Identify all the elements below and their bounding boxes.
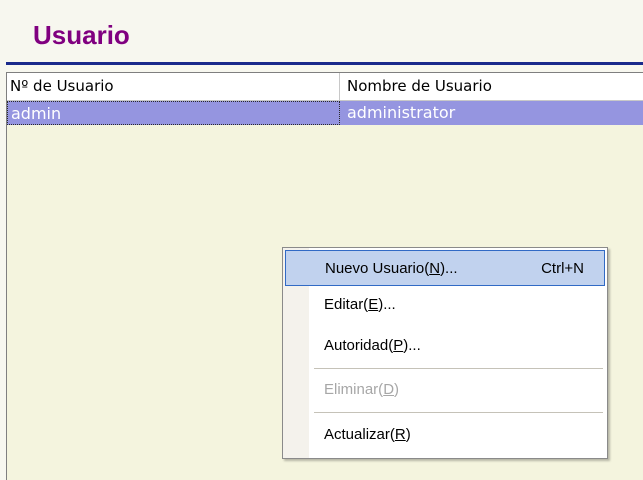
menu-item-new-user[interactable]: Nuevo Usuario(N)... Ctrl+N [285,250,605,286]
page-title: Usuario [33,20,130,50]
menu-item-refresh[interactable]: Actualizar(R) [285,417,605,453]
cell-user-number[interactable]: admin [7,101,340,125]
user-window: Usuario Nº de Usuario Nombre de Usuario … [0,0,643,480]
context-menu: Nuevo Usuario(N)... Ctrl+N Editar(E)... … [282,247,608,459]
menu-separator [314,368,603,369]
menu-item-shortcut: Ctrl+N [541,260,584,277]
menu-item-label: Nuevo Usuario(N)... [325,260,458,277]
title-divider [6,62,643,65]
menu-item-label: Actualizar(R) [324,426,411,443]
menu-item-label: Autoridad(P)... [324,337,421,354]
cell-user-name[interactable]: administrator [341,101,643,125]
list-header: Nº de Usuario Nombre de Usuario [7,73,643,101]
menu-item-label: Editar(E)... [324,296,396,313]
menu-item-label: Eliminar(D) [324,381,400,398]
column-header-user-name[interactable]: Nombre de Usuario [341,73,643,100]
menu-item-edit[interactable]: Editar(E)... [285,287,605,323]
menu-separator [314,412,603,413]
menu-item-delete: Eliminar(D) [285,372,605,408]
menu-item-authority[interactable]: Autoridad(P)... [285,328,605,364]
column-header-user-number[interactable]: Nº de Usuario [7,73,340,100]
table-row[interactable]: admin administrator [7,101,643,125]
